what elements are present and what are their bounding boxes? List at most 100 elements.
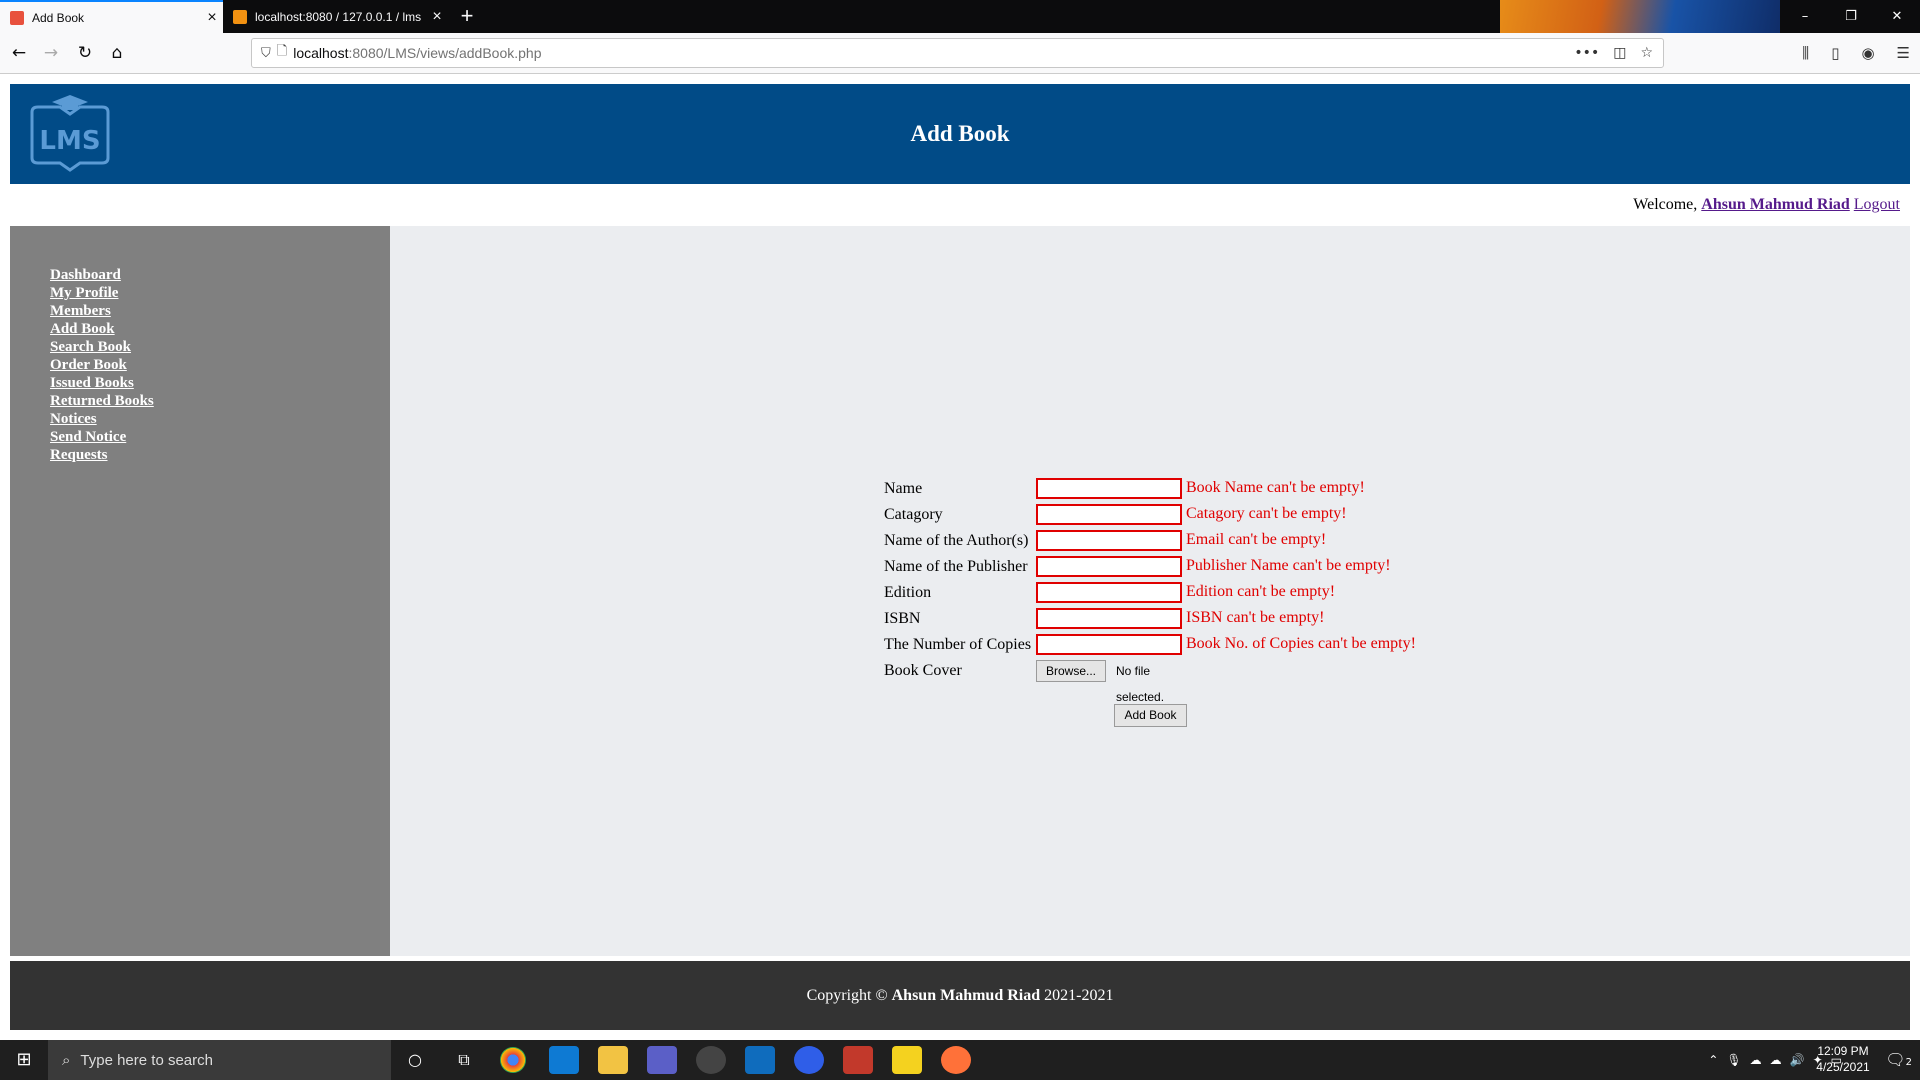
clock-date: 4/25/2021 bbox=[1816, 1060, 1870, 1074]
sidebar-item-members[interactable]: Members bbox=[50, 303, 111, 319]
phpmyadmin-favicon-icon bbox=[233, 9, 247, 24]
sidebar-item-notices[interactable]: Notices bbox=[50, 411, 97, 427]
add-book-button[interactable]: Add Book bbox=[1114, 704, 1187, 727]
windows-start-icon[interactable]: ⊞ bbox=[0, 1040, 48, 1080]
browse-file-button[interactable]: Browse... bbox=[1036, 660, 1107, 682]
clock-time: 12:09 PM bbox=[1817, 1044, 1869, 1058]
field-label: Book Cover bbox=[884, 662, 962, 679]
error-message: Catagory can't be empty! bbox=[1186, 505, 1347, 522]
tray-overflow-icon[interactable]: ⌃ bbox=[1708, 1053, 1718, 1067]
field-label: Name bbox=[884, 480, 923, 497]
pocket-icon[interactable]: ◫ bbox=[1613, 45, 1626, 61]
error-message: Email can't be empty! bbox=[1186, 531, 1327, 548]
teams-icon[interactable] bbox=[647, 1046, 677, 1074]
home-icon[interactable]: ⌂ bbox=[102, 38, 132, 68]
menu-icon[interactable]: ☰ bbox=[1897, 44, 1910, 62]
task-view-icon[interactable]: ⧉ bbox=[449, 1046, 479, 1074]
file-explorer-icon[interactable] bbox=[598, 1046, 628, 1074]
error-message: ISBN can't be empty! bbox=[1186, 609, 1325, 626]
page-footer: Copyright © Ahsun Mahmud Riad 2021-2021 bbox=[10, 961, 1910, 1030]
vscode-icon[interactable] bbox=[549, 1046, 579, 1074]
windows-taskbar: ⊞ ⌕ Type here to search ○ ⧉ ⌃ 🎙 ☁ ☁ 🔊 ✦ … bbox=[0, 1040, 1920, 1080]
microphone-icon[interactable]: 🎙 bbox=[1726, 1053, 1741, 1067]
notification-center-icon[interactable]: 🗨2 bbox=[1885, 1040, 1912, 1080]
back-arrow-icon[interactable]: ← bbox=[4, 38, 34, 68]
taskbar-clock[interactable]: 12:09 PM 4/25/2021 bbox=[1808, 1043, 1878, 1075]
author-input[interactable] bbox=[1036, 530, 1182, 551]
isbn-input[interactable] bbox=[1036, 608, 1182, 629]
page-actions-icon[interactable]: ••• bbox=[1574, 45, 1599, 61]
sticky-notes-icon[interactable] bbox=[892, 1046, 922, 1074]
tracking-shield-icon[interactable]: ⛉ bbox=[261, 46, 271, 61]
page-info-icon[interactable]: 🗋 bbox=[277, 42, 287, 64]
sidebar-item-returned-books[interactable]: Returned Books bbox=[50, 393, 154, 409]
close-window-icon[interactable]: ✕ bbox=[1874, 0, 1920, 33]
cloud-icon[interactable]: ☁ bbox=[1770, 1053, 1782, 1067]
close-tab-icon[interactable]: × bbox=[426, 8, 448, 26]
url-path: :8080/LMS/views/addBook.php bbox=[348, 45, 542, 61]
sidebar-item-issued-books[interactable]: Issued Books bbox=[50, 375, 134, 391]
browser-tab-add-book[interactable]: Add Book × bbox=[0, 0, 223, 33]
new-tab-button[interactable]: + bbox=[452, 0, 482, 33]
category-input[interactable] bbox=[1036, 504, 1182, 525]
firefox-icon[interactable] bbox=[941, 1046, 971, 1074]
outlook-icon[interactable] bbox=[745, 1046, 775, 1074]
close-tab-icon[interactable]: × bbox=[201, 9, 223, 27]
taskbar-search-placeholder: Type here to search bbox=[80, 1051, 213, 1069]
logout-link[interactable]: Logout bbox=[1854, 196, 1900, 213]
notification-count: 2 bbox=[1905, 1057, 1912, 1068]
app-icon[interactable] bbox=[843, 1046, 873, 1074]
field-label: ISBN bbox=[884, 610, 921, 627]
lms-favicon-icon bbox=[10, 10, 24, 25]
library-icon[interactable]: ⫼ bbox=[1802, 44, 1809, 62]
cortana-icon[interactable]: ○ bbox=[400, 1046, 430, 1074]
field-label: Catagory bbox=[884, 506, 943, 523]
name-input[interactable] bbox=[1036, 478, 1182, 499]
restore-icon[interactable]: ❐ bbox=[1828, 0, 1874, 33]
bookmark-star-icon[interactable]: ☆ bbox=[1640, 45, 1653, 61]
page-title: Add Book bbox=[910, 121, 1010, 146]
obs-icon[interactable] bbox=[696, 1046, 726, 1074]
reload-icon[interactable]: ↻ bbox=[70, 38, 100, 68]
sidebar-item-order-book[interactable]: Order Book bbox=[50, 357, 127, 373]
toolbar-right: ⫼ ▯ ◉ ☰ bbox=[1802, 38, 1910, 68]
user-profile-link[interactable]: Ahsun Mahmud Riad bbox=[1701, 196, 1850, 213]
error-message: Book Name can't be empty! bbox=[1186, 479, 1365, 496]
taskbar-search[interactable]: ⌕ Type here to search bbox=[48, 1040, 391, 1080]
welcome-bar: Welcome, Ahsun Mahmud Riad Logout bbox=[1633, 196, 1900, 214]
copies-input[interactable] bbox=[1036, 634, 1182, 655]
copyright-prefix: Copyright © bbox=[806, 987, 888, 1004]
account-icon[interactable]: ◉ bbox=[1861, 44, 1874, 62]
onedrive-icon[interactable]: ☁ bbox=[1750, 1053, 1762, 1067]
error-message: Book No. of Copies can't be empty! bbox=[1186, 635, 1416, 652]
minimize-icon[interactable]: – bbox=[1782, 0, 1828, 33]
error-message: Edition can't be empty! bbox=[1186, 583, 1336, 600]
tab-title: localhost:8080 / 127.0.0.1 / lms bbox=[255, 9, 422, 24]
copyright-name: Ahsun Mahmud Riad bbox=[891, 987, 1041, 1004]
sidebar-menu: Dashboard My Profile Members Add Book Se… bbox=[50, 266, 154, 464]
sidebar-item-requests[interactable]: Requests bbox=[50, 447, 108, 463]
sidebar-item-send-notice[interactable]: Send Notice bbox=[50, 429, 126, 445]
browser-tab-phpmyadmin[interactable]: localhost:8080 / 127.0.0.1 / lms × bbox=[223, 0, 448, 33]
tab-title: Add Book bbox=[32, 10, 85, 25]
volume-icon[interactable]: 🔊 bbox=[1790, 1053, 1805, 1067]
publisher-input[interactable] bbox=[1036, 556, 1182, 577]
firefox-developer-icon[interactable] bbox=[794, 1046, 824, 1074]
address-bar[interactable]: ⛉ 🗋 localhost:8080/LMS/views/addBook.php… bbox=[251, 38, 1664, 68]
field-label: Name of the Publisher bbox=[884, 558, 1028, 575]
error-message: Publisher Name can't be empty! bbox=[1186, 557, 1391, 574]
field-label: The Number of Copies bbox=[884, 636, 1032, 653]
sidebar-toggle-icon[interactable]: ▯ bbox=[1831, 44, 1839, 62]
edition-input[interactable] bbox=[1036, 582, 1182, 603]
sidebar-item-my-profile[interactable]: My Profile bbox=[50, 285, 118, 301]
url-host: localhost bbox=[293, 45, 349, 61]
sidebar-item-dashboard[interactable]: Dashboard bbox=[50, 267, 121, 283]
field-label: Name of the Author(s) bbox=[884, 532, 1029, 549]
sidebar-item-search-book[interactable]: Search Book bbox=[50, 339, 131, 355]
sidebar-item-add-book[interactable]: Add Book bbox=[50, 321, 115, 337]
forward-arrow-icon[interactable]: → bbox=[36, 38, 66, 68]
browser-tab-bar: Add Book × localhost:8080 / 127.0.0.1 / … bbox=[0, 0, 1920, 74]
page-header: LMS Add Book bbox=[10, 84, 1910, 184]
chrome-icon[interactable] bbox=[500, 1047, 526, 1073]
search-icon: ⌕ bbox=[62, 1051, 71, 1069]
